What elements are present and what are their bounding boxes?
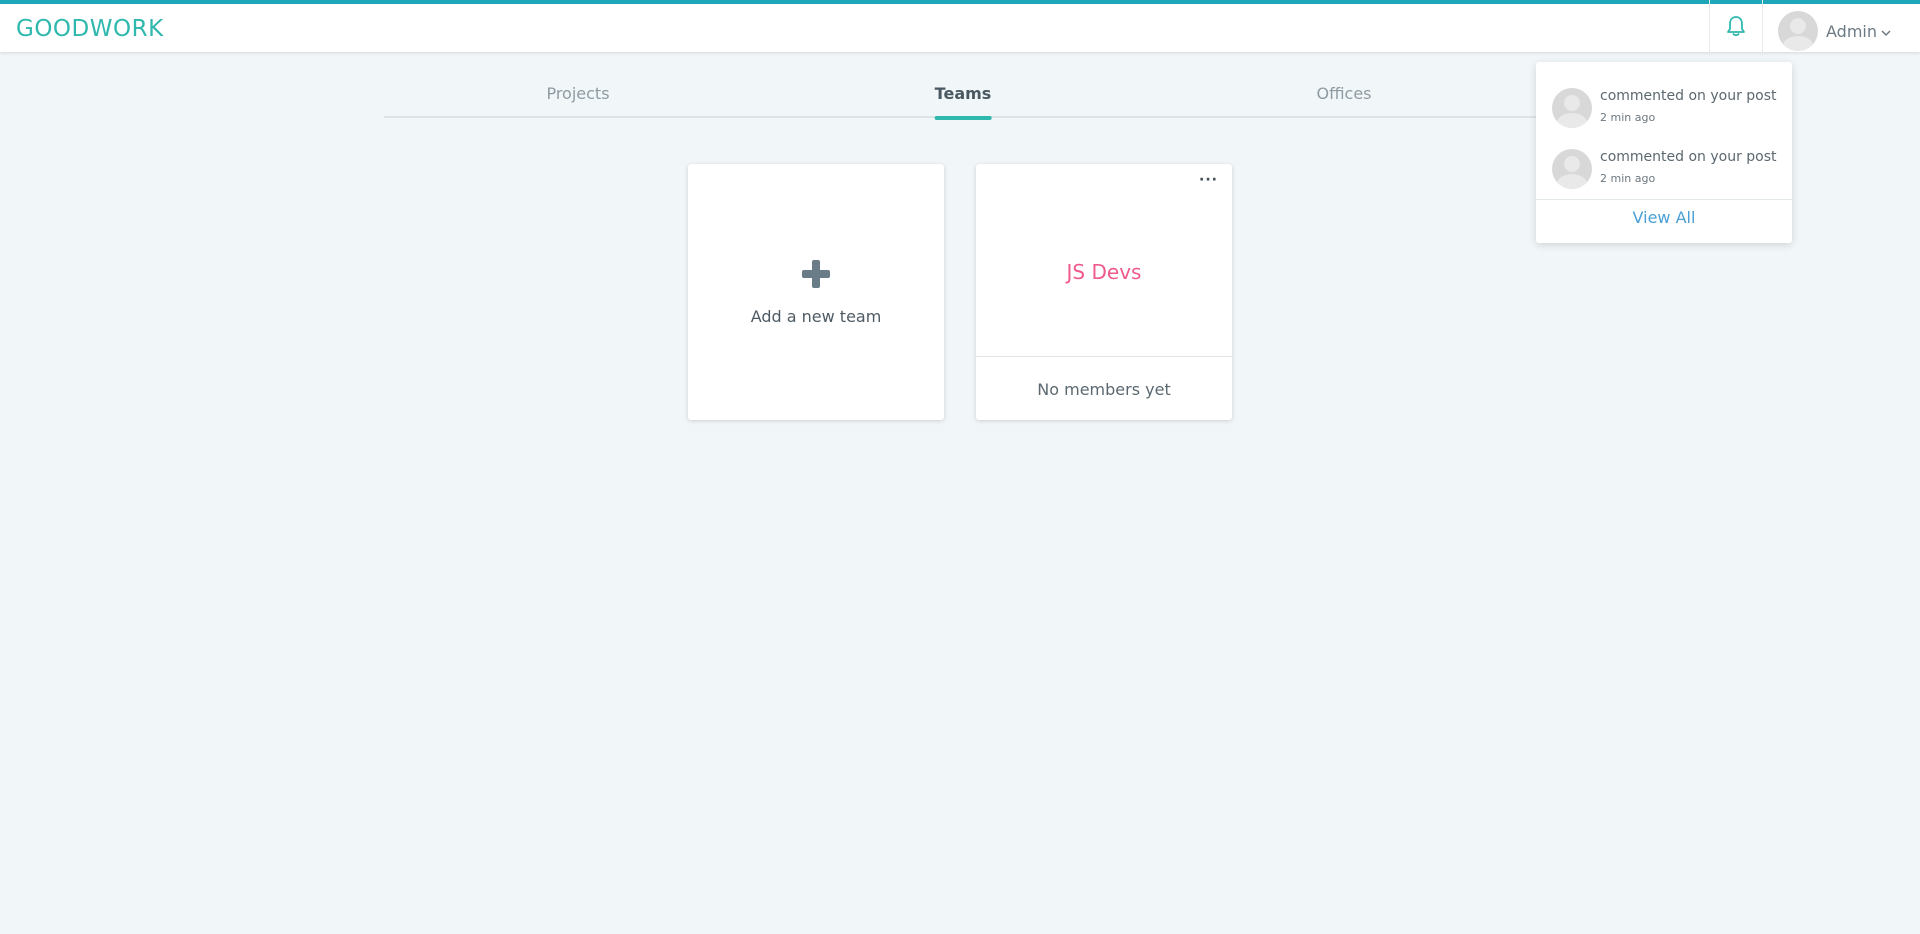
notification-time: 2 min ago — [1600, 172, 1656, 185]
tab-projects[interactable]: Projects — [546, 84, 609, 118]
user-menu-button[interactable]: Admin — [1778, 8, 1891, 54]
avatar — [1552, 88, 1592, 128]
top-navbar: GOODWORK Admin — [0, 0, 1920, 56]
add-team-card[interactable]: Add a new team — [688, 164, 944, 420]
user-name: Admin — [1826, 21, 1877, 41]
section-tabs: Projects Teams Offices — [384, 74, 1536, 120]
plus-icon — [802, 260, 830, 288]
notification-item[interactable]: commented on your post 2 min ago — [1536, 139, 1792, 191]
view-all-link[interactable]: View All — [1536, 208, 1792, 227]
notification-text: commented on your post — [1600, 88, 1777, 104]
bell-icon — [1726, 15, 1746, 41]
tab-offices[interactable]: Offices — [1316, 84, 1371, 118]
team-card: ··· JS Devs No members yet — [976, 164, 1232, 420]
card-divider — [976, 356, 1232, 357]
notifications-button[interactable] — [1709, 0, 1763, 56]
notification-item[interactable]: commented on your post 2 min ago — [1536, 78, 1792, 130]
chevron-down-icon — [1881, 22, 1891, 41]
more-options-icon[interactable]: ··· — [1199, 172, 1218, 188]
add-team-label: Add a new team — [750, 307, 882, 326]
avatar — [1552, 149, 1592, 189]
team-members-status: No members yet — [1037, 380, 1171, 399]
user-avatar — [1778, 11, 1818, 51]
notification-text: commented on your post — [1600, 149, 1777, 165]
notification-time: 2 min ago — [1600, 111, 1656, 124]
tab-teams[interactable]: Teams — [934, 84, 991, 120]
dropdown-divider — [1536, 199, 1792, 200]
app-logo[interactable]: GOODWORK — [16, 16, 164, 42]
team-name[interactable]: JS Devs — [976, 260, 1232, 284]
notifications-dropdown: commented on your post 2 min ago comment… — [1536, 62, 1792, 243]
